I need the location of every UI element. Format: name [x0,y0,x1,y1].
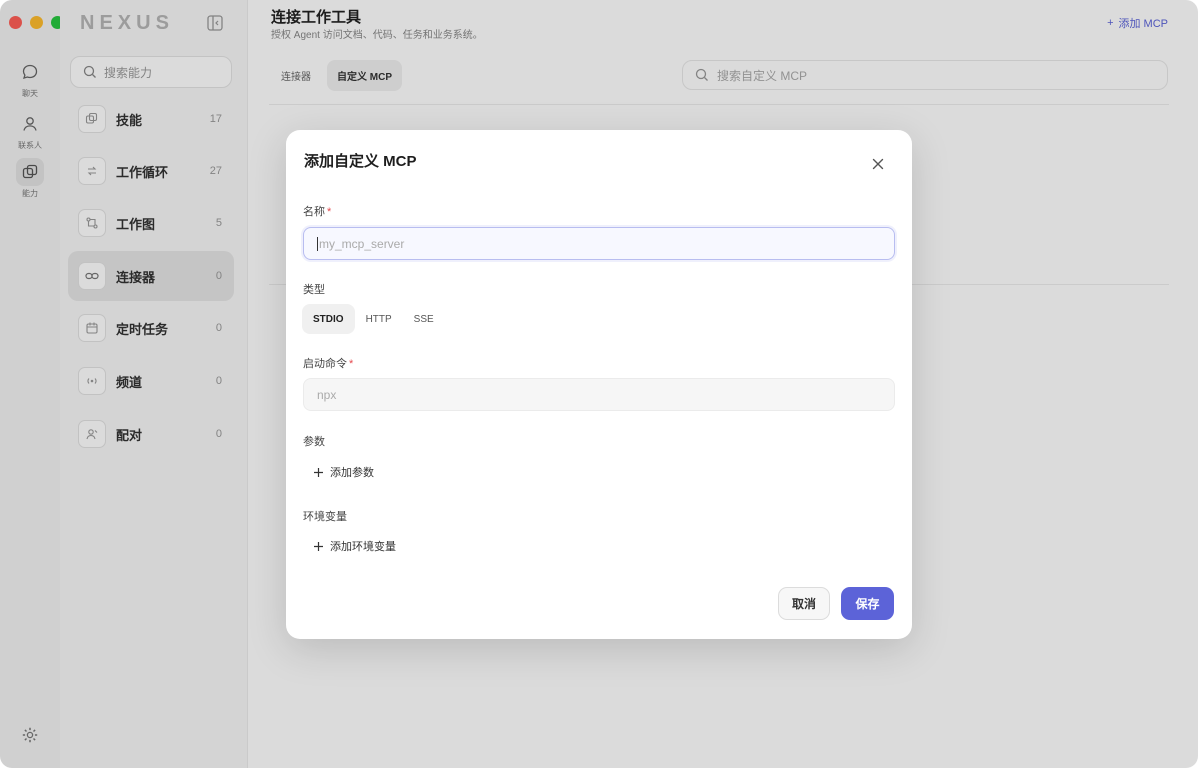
type-option-http[interactable]: HTTP [355,304,403,334]
add-argument-button[interactable]: 添加参数 [313,464,374,480]
type-selector: STDIO HTTP SSE [302,304,445,334]
command-field-label: 启动命令 * [303,355,353,371]
required-marker: * [349,358,354,370]
args-field-label: 参数 [303,436,325,448]
name-label-text: 名称 [303,206,325,218]
name-field-placeholder: my_mcp_server [319,236,405,251]
name-field-label: 名称 * [303,203,331,219]
add-env-var-label: 添加环境变量 [330,541,396,553]
type-field-label: 类型 [303,284,325,296]
text-caret [317,236,318,251]
plus-icon [314,541,323,551]
plus-icon [314,467,323,477]
required-marker: * [327,206,332,218]
close-icon[interactable] [870,156,886,172]
add-custom-mcp-dialog: 添加自定义 MCP 名称 * my_mcp_server 类型 STDIO HTT… [286,130,912,639]
add-env-var-button[interactable]: 添加环境变量 [313,538,396,554]
type-option-stdio[interactable]: STDIO [302,304,355,334]
command-label-text: 启动命令 [303,358,347,370]
env-field-label: 环境变量 [303,511,347,523]
cancel-button[interactable]: 取消 [778,587,830,620]
command-field[interactable]: npx [303,378,895,411]
save-button[interactable]: 保存 [841,587,894,620]
name-field[interactable]: my_mcp_server [303,227,895,260]
add-argument-label: 添加参数 [330,467,374,479]
command-field-placeholder: npx [317,387,337,402]
dialog-title: 添加自定义 MCP [304,153,417,170]
type-option-sse[interactable]: SSE [403,304,445,334]
